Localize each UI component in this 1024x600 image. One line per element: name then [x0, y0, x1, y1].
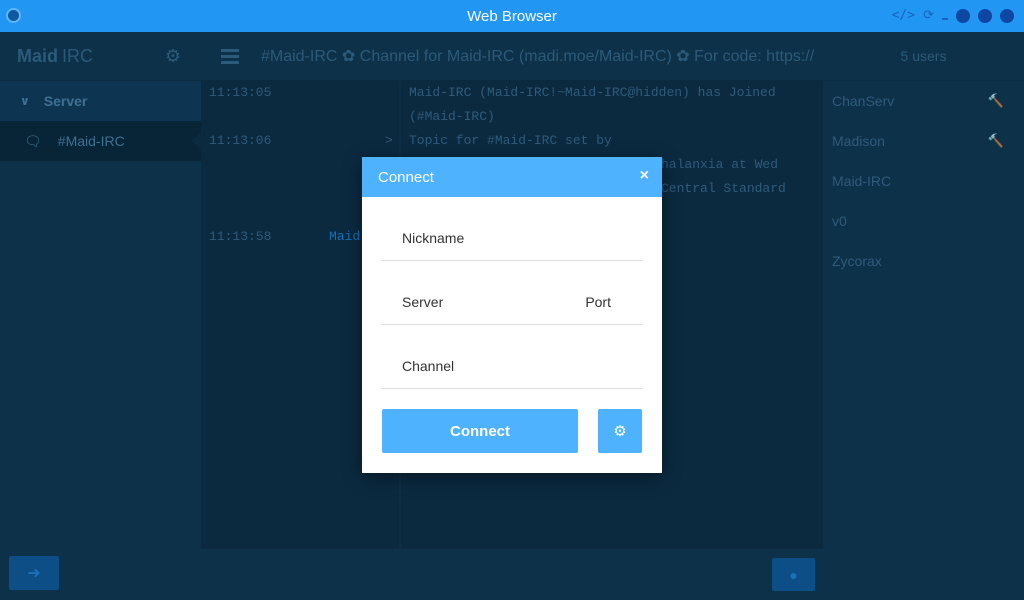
nickname-input[interactable]: [381, 197, 643, 260]
minimize-dash-icon[interactable]: [942, 17, 948, 20]
timestamp: 11:13:05: [209, 85, 272, 100]
connect-dialog: Connect × Nickname Server Port Channel C…: [362, 157, 662, 473]
chevron-down-icon: ∨: [20, 94, 30, 108]
channel-label: #Maid-IRC: [57, 133, 125, 149]
sidebar-item-channel[interactable]: 🗨 #Maid-IRC: [0, 121, 201, 161]
gavel-icon: 🔨: [987, 133, 1004, 148]
user-item[interactable]: Zycorax: [823, 241, 1024, 281]
code-icon[interactable]: </>: [892, 8, 915, 23]
channel-field[interactable]: Channel: [381, 325, 643, 389]
window-titlebar: Web Browser </> ⟳: [0, 0, 1024, 32]
user-item[interactable]: Maid-IRC: [823, 161, 1024, 201]
message-input-bar[interactable]: ●: [201, 549, 823, 600]
nickname-field[interactable]: Nickname: [381, 197, 643, 261]
window-controls: </> ⟳: [892, 8, 1014, 23]
menu-icon[interactable]: [221, 46, 239, 67]
sidebar-item-server[interactable]: ∨ Server: [0, 81, 201, 121]
server-field[interactable]: Server Port: [381, 261, 643, 325]
server-input[interactable]: [381, 261, 643, 324]
connect-button[interactable]: Connect: [382, 409, 578, 453]
user-name: ChanServ: [832, 93, 895, 109]
dialog-header: Connect ×: [362, 157, 662, 197]
message-nick[interactable]: Maid: [329, 225, 360, 249]
sidebar: Maid IRC ⚙ ∨ Server 🗨 #Maid-IRC ➜: [0, 32, 201, 600]
user-name: Madison: [832, 133, 885, 149]
send-button[interactable]: ●: [772, 558, 815, 591]
topic-bar: #Maid-IRC ✿ Channel for Maid-IRC (madi.m…: [201, 32, 823, 81]
sign-in-button[interactable]: ➜: [9, 556, 59, 590]
close-button[interactable]: [1000, 8, 1014, 23]
timestamp: 11:13:06: [209, 133, 272, 148]
dialog-title: Connect: [378, 168, 434, 186]
user-count: 5 users: [823, 32, 1024, 81]
brand: Maid IRC ⚙: [0, 32, 201, 81]
gear-icon[interactable]: ⚙: [165, 46, 181, 67]
timestamp: 11:13:58: [209, 229, 272, 244]
brand-name-light: IRC: [62, 45, 94, 66]
channel-topic: #Maid-IRC ✿ Channel for Maid-IRC (madi.m…: [261, 48, 815, 65]
channel-input[interactable]: [381, 325, 643, 388]
user-item[interactable]: Madison 🔨: [823, 121, 1024, 161]
user-name: Maid-IRC: [832, 173, 892, 189]
message-text: Central Standard: [661, 181, 786, 196]
brand-name-bold: Maid: [17, 45, 59, 66]
message-text: (#Maid-IRC): [409, 109, 495, 124]
sign-in-icon: ➜: [27, 565, 41, 582]
user-item[interactable]: ChanServ 🔨: [823, 81, 1024, 121]
user-list: 5 users ChanServ 🔨 Madison 🔨 Maid-IRC v0…: [823, 32, 1024, 600]
message-text: Topic for #Maid-IRC set by: [409, 133, 612, 148]
user-item[interactable]: v0: [823, 201, 1024, 241]
user-name: Zycorax: [832, 253, 882, 269]
gear-icon: ⚙: [613, 423, 627, 440]
message-marker: >: [385, 133, 393, 148]
message-text: Maid-IRC (Maid-IRC!~Maid-IRC@hidden) has…: [409, 85, 776, 100]
minimize-button[interactable]: [956, 8, 970, 23]
connect-settings-button[interactable]: ⚙: [598, 409, 642, 453]
user-name: v0: [832, 213, 847, 229]
gavel-icon: 🔨: [987, 93, 1004, 108]
chat-bubbles-icon: 🗨: [24, 132, 42, 149]
server-label: Server: [43, 93, 88, 109]
window-title: Web Browser: [467, 7, 557, 25]
refresh-icon[interactable]: ⟳: [923, 8, 934, 23]
maximize-button[interactable]: [978, 8, 992, 23]
comment-icon: ●: [789, 566, 798, 583]
browser-logo-icon: [6, 8, 21, 23]
message-text: halanxia at Wed: [661, 157, 779, 172]
close-icon[interactable]: ×: [640, 167, 649, 185]
